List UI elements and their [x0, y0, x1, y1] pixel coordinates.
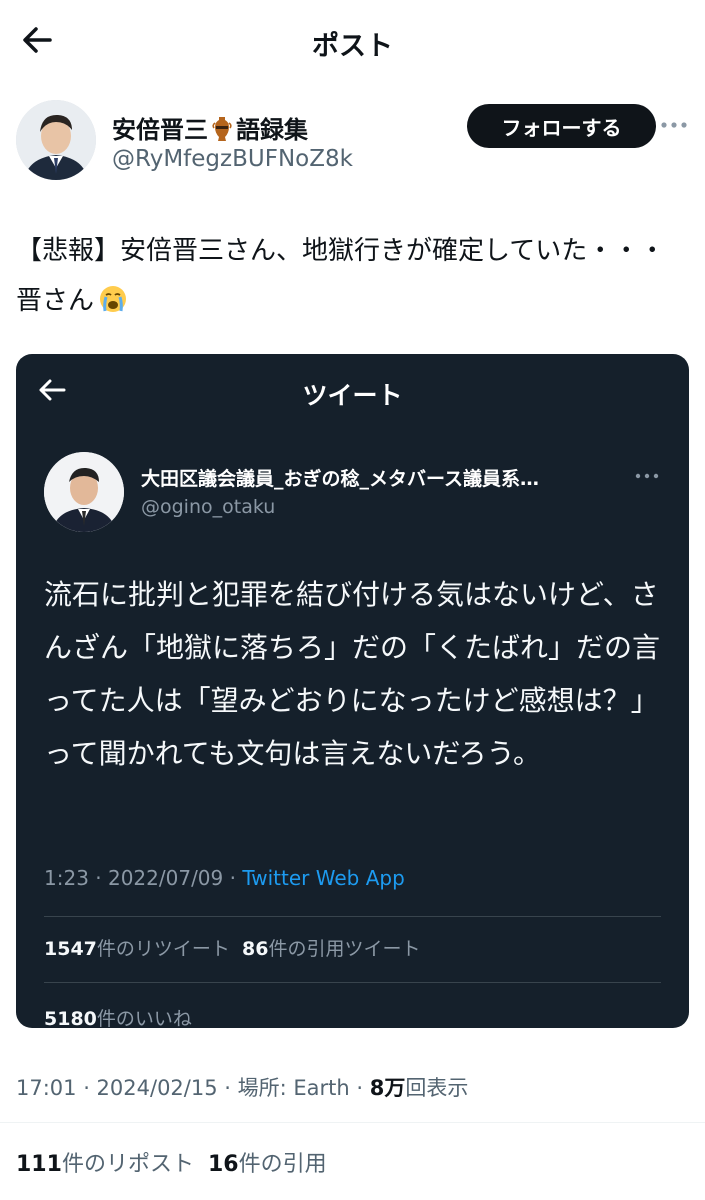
embedded-stats: 1547件のリツイート 86件の引用ツイート [44, 934, 420, 961]
post-stats: 111件のリポスト 16件の引用 [16, 1146, 327, 1178]
embedded-like-label: 件のいいね [96, 1008, 192, 1028]
embedded-author-handle: @ogino_otaku [141, 496, 276, 518]
page-title: ポスト [312, 31, 393, 62]
embedded-likes: 5180件のいいね [44, 1004, 192, 1028]
embedded-body: 流石に批判と犯罪を結び付ける気はないけど、さんざん「地獄に落ちろ」だの「くたばれ… [44, 578, 661, 770]
embedded-divider [44, 916, 661, 917]
embedded-avatar [44, 452, 124, 532]
top-bar: ポスト [0, 0, 705, 80]
more-button[interactable] [656, 110, 692, 140]
reposts-link[interactable]: 111件のリポスト [16, 1152, 194, 1177]
avatar[interactable] [16, 100, 96, 180]
views-label: 回表示 [405, 1076, 469, 1100]
author-name-text: 安倍晋三 [112, 116, 208, 144]
embedded-like-count: 5180 [44, 1008, 97, 1028]
divider [0, 1122, 705, 1123]
quote-count: 16 [207, 1152, 239, 1177]
views-count: 8万 [369, 1076, 406, 1100]
embedded-timestamp: 1:23 · 2022/07/09 · Twitter Web App [44, 866, 405, 890]
amphora-icon [212, 116, 232, 148]
avatar-image [16, 100, 96, 180]
post-meta: 17:01 · 2024/02/15 · 場所: Earth · 8万回表示 [16, 1072, 468, 1102]
embedded-tweet-image[interactable]: ツイート 大田区議会議員_おぎの稔_メタバース議員系… @ogino_otaku… [16, 354, 689, 1028]
embedded-more-icon [632, 468, 662, 484]
embedded-quote-count: 86 [242, 938, 269, 960]
repost-label: 件のリポスト [61, 1152, 194, 1177]
crying-face-icon [98, 281, 128, 312]
author-name[interactable]: 安倍晋三 語録集 [112, 110, 308, 148]
embedded-time: 1:23 · 2022/07/09 · [44, 866, 243, 890]
embedded-title: ツイート [302, 381, 403, 410]
embedded-author-name: 大田区議会議員_おぎの稔_メタバース議員系… [141, 468, 540, 490]
quotes-link[interactable]: 16件の引用 [208, 1152, 327, 1177]
embedded-retweet-label: 件のリツイート [96, 938, 230, 960]
author-handle[interactable]: @RyMfegzBUFNoZ8k [112, 146, 353, 172]
author-name-suffix: 語録集 [236, 116, 308, 144]
more-icon [661, 122, 687, 128]
author-row: 安倍晋三 語録集 @RyMfegzBUFNoZ8k フォローする [16, 100, 691, 184]
embedded-retweet-count: 1547 [44, 938, 97, 960]
post-timestamp[interactable]: 17:01 · 2024/02/15 · 場所: Earth · [16, 1076, 370, 1100]
follow-button[interactable]: フォローする [467, 104, 656, 148]
quote-label: 件の引用 [238, 1152, 327, 1177]
embedded-source: Twitter Web App [242, 866, 405, 890]
post-text: 【悲報】安倍晋三さん、地獄行きが確定していた・・・晋さん [16, 226, 676, 326]
embedded-divider-2 [44, 982, 661, 983]
embedded-quote-label: 件の引用ツイート [268, 938, 421, 960]
repost-count: 111 [16, 1152, 62, 1177]
